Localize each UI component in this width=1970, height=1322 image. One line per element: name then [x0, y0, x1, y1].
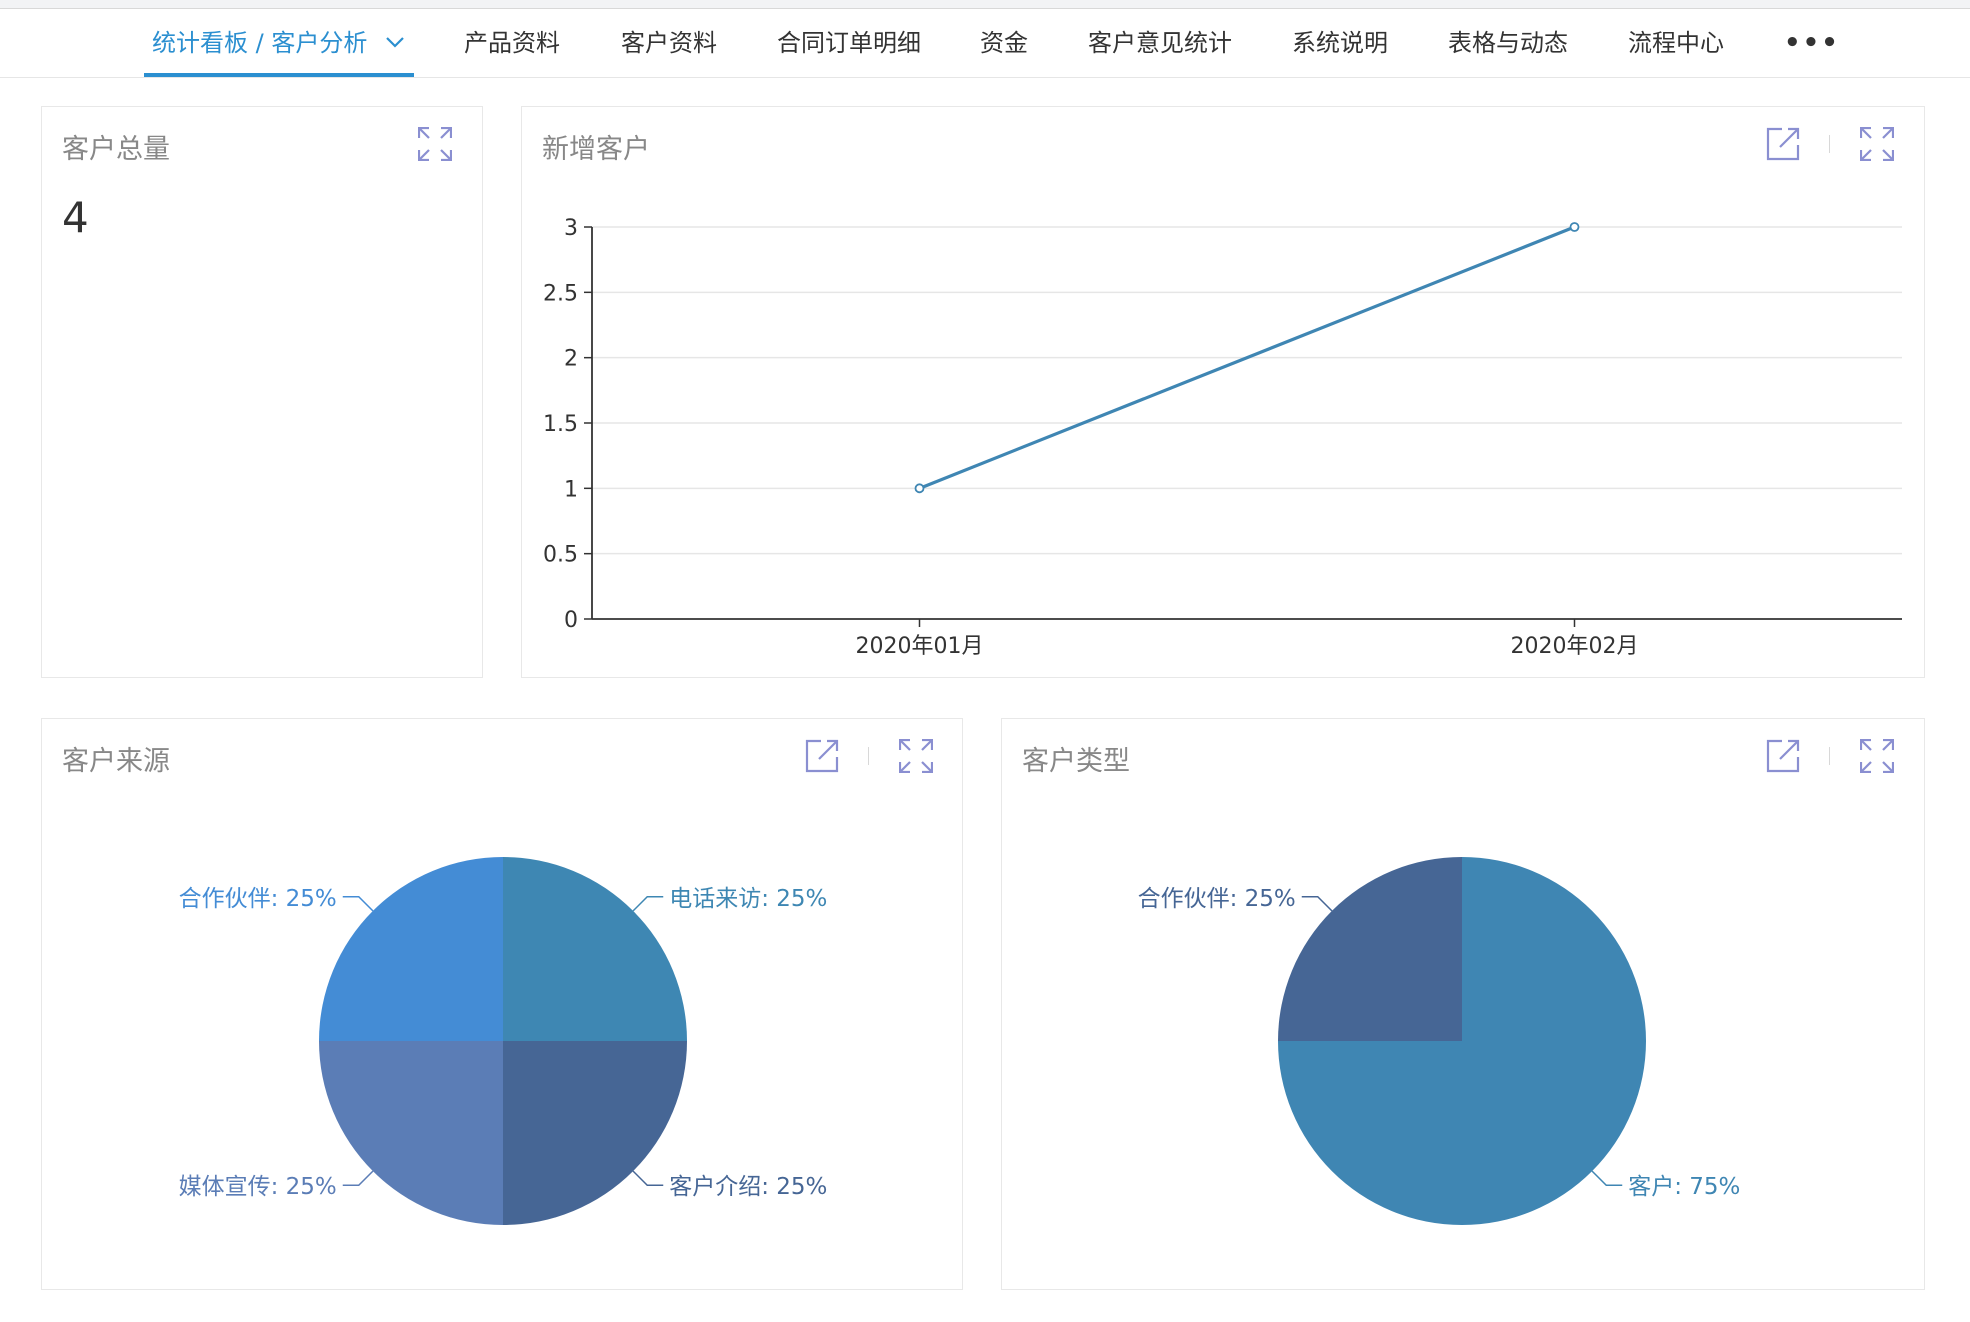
customer-source-pie-chart: 电话来访: 25% 客户介绍: 25% 媒体宣传: 25% 合作伙伴: 25% [179, 857, 827, 1225]
y-tick-label: 2.5 [543, 281, 578, 306]
nav-tab-product-data[interactable]: 产品资料 [464, 9, 560, 77]
chevron-down-icon [386, 37, 404, 48]
pie-label-leader [342, 896, 374, 912]
nav-tab-funds[interactable]: 资金 [980, 9, 1028, 77]
y-tick-label: 0 [564, 608, 578, 633]
pie-label-leader [342, 1170, 374, 1186]
pie-slice-label: 电话来访: 25% [669, 886, 827, 912]
pie-slice [503, 857, 687, 1041]
y-tick-label: 3 [564, 216, 578, 241]
pie-slice [319, 857, 503, 1041]
data-point [1569, 222, 1580, 232]
nav-tab-contract-orders[interactable]: 合同订单明细 [777, 9, 921, 77]
x-tick-label: 2020年01月 [856, 634, 984, 659]
pie-slice-label: 媒体宣传: 25% [179, 1174, 337, 1200]
pie-slice-label: 客户介绍: 25% [669, 1174, 827, 1200]
data-point [914, 483, 925, 494]
nav-tab-customer-data[interactable]: 客户资料 [621, 9, 717, 77]
pie-label-leader [632, 1170, 664, 1186]
card-total-customers: 客户总量 4 [41, 106, 483, 678]
x-tick-label: 2020年02月 [1511, 634, 1639, 659]
y-tick-label: 1 [564, 477, 578, 502]
nav-tab-dashboard-customer-analysis[interactable]: 统计看板 / 客户分析 [152, 9, 405, 77]
nav-tab-system-notes[interactable]: 系统说明 [1292, 9, 1388, 77]
card-title: 客户总量 [62, 134, 170, 165]
pie-slice [1278, 857, 1462, 1041]
pie-slice [319, 1041, 503, 1225]
customer-type-pie-chart: 客户: 75% 合作伙伴: 25% [1138, 857, 1740, 1225]
y-tick-label: 1.5 [543, 412, 578, 437]
top-nav: 统计看板 / 客户分析 产品资料 客户资料 合同订单明细 资金 客户意见统计 系… [0, 8, 1970, 78]
card-customer-source: 客户来源 电话来访: 25% 客户介绍: 25% 媒体宣传: 25% 合作伙伴: 25… [41, 718, 963, 1290]
more-tabs-button[interactable]: ••• [1784, 9, 1840, 77]
y-tick-label: 2 [564, 347, 578, 372]
y-tick-label: 0.5 [543, 543, 578, 568]
card-customer-type: 客户类型 客户: 75% 合作伙伴: 25% [1001, 718, 1925, 1290]
nav-tab-customer-feedback[interactable]: 客户意见统计 [1088, 9, 1232, 77]
new-customers-line-chart: 0 0.5 1 1.5 2 2.5 3 2020年01月 2020年02月 [543, 216, 1902, 659]
pie-slice-label: 客户: 75% [1628, 1174, 1740, 1200]
nav-tab-process-center[interactable]: 流程中心 [1628, 9, 1724, 77]
pie-slice-label: 合作伙伴: 25% [1138, 886, 1296, 912]
pie-label-leader [632, 896, 664, 912]
active-tab-underline [144, 73, 414, 77]
pie-slice-label: 合作伙伴: 25% [179, 886, 337, 912]
fullscreen-icon[interactable] [418, 127, 452, 161]
card-new-customers: 新增客户 0 0.5 1 1.5 2 2.5 3 2020年01月 2020年02月 [521, 106, 1925, 678]
pie-label-leader [1591, 1170, 1623, 1186]
total-customers-value: 4 [62, 193, 89, 242]
dashboard-main: 客户总量 4 新增客户 0 0.5 1 1.5 2 2.5 3 2020年01月… [0, 78, 1970, 1322]
pie-label-leader [1301, 896, 1333, 912]
nav-tab-tables-dynamics[interactable]: 表格与动态 [1448, 9, 1568, 77]
pie-slice [503, 1041, 687, 1225]
nav-tab-active-label: 统计看板 / 客户分析 [152, 29, 368, 57]
